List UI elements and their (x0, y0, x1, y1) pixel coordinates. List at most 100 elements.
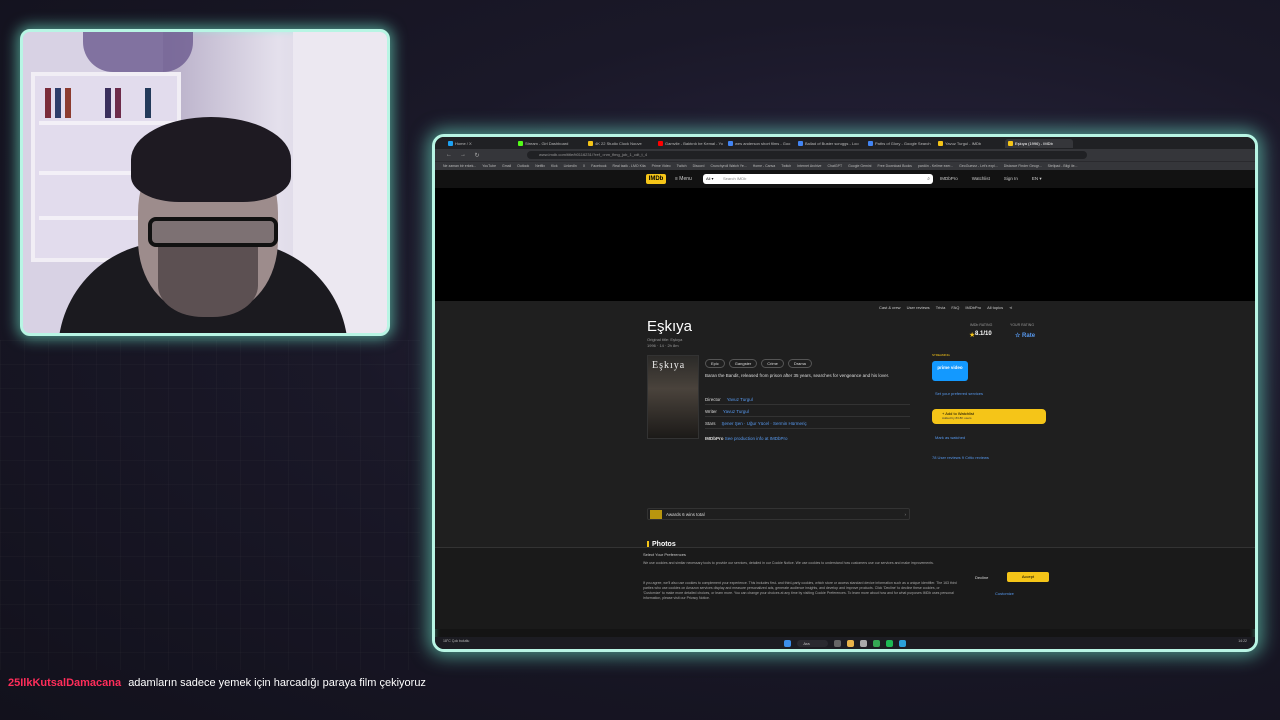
app-icon[interactable] (859, 639, 867, 647)
telegram-icon[interactable] (898, 639, 906, 647)
browser-tab[interactable]: Paths of Glory - Google Search (865, 139, 933, 148)
imdbpro-production-link[interactable]: IMDbPro See production info at IMDbPro (705, 436, 788, 441)
title-subnav: Cast & crew User reviews Trivia FAQ IMDb… (879, 305, 1013, 310)
reload-icon[interactable]: ↻ (473, 152, 481, 159)
bookmark-item[interactable]: Internet Archive (797, 162, 821, 170)
sign-in-link[interactable]: Sign In (1004, 176, 1018, 182)
back-icon[interactable]: ← (445, 152, 453, 158)
bookmark-item[interactable]: Prime Video (652, 162, 671, 170)
language-select[interactable]: EN ▾ (1032, 176, 1042, 182)
browser-tab[interactable]: Yavuz Turgul - IMDb (935, 139, 1003, 148)
browser-tab[interactable]: Gamvile - Baktırdı be Kemal - YouTube (655, 139, 723, 148)
share-icon[interactable]: ⋖ (1009, 305, 1012, 310)
imdbpro-link[interactable]: IMDbPro (940, 176, 958, 182)
browser-tab[interactable]: Home / X (445, 139, 513, 148)
bookmark-item[interactable]: Ne zaman bir erkek... (443, 162, 476, 170)
screen-share-frame: Home / X Stream - Girl Dashboard 4K 22 Stu… (432, 134, 1258, 652)
imdb-rating-value[interactable]: 8.1/10 (975, 331, 992, 337)
subnav-cast-crew[interactable]: Cast & crew (879, 305, 901, 310)
genre-chip[interactable]: Drama (787, 359, 812, 368)
forward-icon[interactable]: → (459, 152, 467, 158)
taskbar-clock: 14:22 (1238, 639, 1247, 643)
search-category[interactable]: All ▾ (706, 174, 714, 184)
prime-video-logo[interactable]: prime video (932, 361, 968, 381)
customize-button[interactable]: Customize (995, 591, 1014, 596)
bookmark-item[interactable]: YouTube (482, 162, 496, 170)
decline-button[interactable]: Decline (975, 575, 988, 580)
your-rating-label: YOUR RATING (1010, 323, 1035, 327)
writer-link[interactable]: Yavuz Turgul (723, 409, 749, 414)
bookmark-item[interactable]: Free Download Books (877, 162, 911, 170)
stars-links[interactable]: Şener Şen · Uğur Yücel · Sermin Hürmeriç (722, 421, 807, 426)
chat-text: adamların sadece yemek için harcadığı pa… (128, 677, 426, 689)
page-title: Eşkıya (647, 318, 693, 335)
spotify-icon[interactable] (885, 639, 893, 647)
weather-widget[interactable]: 18°C Çok bulutlu (443, 639, 469, 643)
bookmark-item[interactable]: X (583, 162, 585, 170)
poster-title: Eşkıya (652, 360, 686, 371)
genre-chip[interactable]: Crime (761, 359, 784, 368)
file-explorer-icon[interactable] (846, 639, 854, 647)
subnav-faq[interactable]: FAQ (951, 305, 959, 310)
mark-watched-button[interactable]: Mark as watched (935, 435, 965, 440)
bookmark-item[interactable]: Facebook (591, 162, 606, 170)
bookmark-item[interactable]: Stellpad - Bilgi ile... (1048, 162, 1078, 170)
menu-button[interactable]: ≡ Menu (675, 176, 692, 182)
bookmark-item[interactable]: LinkedIn (564, 162, 577, 170)
bookmark-item[interactable]: Discord (693, 162, 705, 170)
bookmark-item[interactable]: Home - Canva (753, 162, 776, 170)
bookmark-item[interactable]: Kick (551, 162, 558, 170)
subnav-imdbpro[interactable]: IMDbPro (965, 305, 981, 310)
director-link[interactable]: Yavuz Turgul (727, 397, 753, 402)
browser-tab[interactable]: 4K 22 Studio Clock Nouve (585, 139, 653, 148)
subnav-trivia[interactable]: Trivia (936, 305, 946, 310)
bookmark-item[interactable]: Twitch (781, 162, 791, 170)
subnav-all-topics[interactable]: All topics (987, 305, 1003, 310)
bookmark-item[interactable]: Twitch (677, 162, 687, 170)
chat-username: 25IlkKutsalDamacana (8, 677, 122, 689)
streaming-label: STREAMING (932, 353, 950, 357)
browser-tab[interactable]: Eşkıya (1996) - IMDb (1005, 138, 1073, 148)
reviews-links[interactable]: 78 User reviews 9 Critic reviews (932, 455, 989, 460)
search-input[interactable]: All ▾ Search IMDb ⌕ (703, 174, 933, 184)
bookmark-item[interactable]: Gmail (502, 162, 511, 170)
webcam-overlay (20, 29, 390, 336)
genre-chip[interactable]: Gangster (728, 359, 758, 368)
browser-tab[interactable]: Ballad of Buster scruggs - Loo (795, 139, 863, 148)
ceiling-lamp (83, 32, 193, 72)
chat-message: 25IlkKutsalDamacana adamların sadece yem… (8, 677, 426, 689)
cookie-text-2: If you agree, we'll also use cookies to … (643, 581, 957, 600)
address-bar-row: ← → ↻ www.imdb.com/title/tt0116231/?ref_… (435, 149, 1255, 161)
windows-start-icon[interactable] (784, 639, 792, 647)
search-icon[interactable]: ⌕ (927, 174, 930, 184)
add-to-watchlist-button[interactable]: + Add to Watchlist Added by 83.8K users (932, 409, 1046, 424)
bookmark-item[interactable]: Distance Finder Geogr... (1004, 162, 1042, 170)
url-field[interactable]: www.imdb.com/title/tt0116231/?ref_=nm_fl… (527, 151, 1087, 159)
subnav-user-reviews[interactable]: User reviews (907, 305, 930, 310)
poster-image[interactable]: Eşkıya (647, 355, 699, 439)
ad-space (435, 188, 1255, 301)
genre-chips: Epic Gangster Crime Drama (705, 359, 812, 368)
preferred-services-link[interactable]: Set your preferred services (935, 391, 983, 396)
bookmark-item[interactable]: Crunchyroll Watch Ye... (710, 162, 746, 170)
awards-row[interactable]: Awards 6 wins total › (647, 508, 910, 520)
chrome-icon[interactable] (872, 639, 880, 647)
genre-chip[interactable]: Epic (705, 359, 725, 368)
bookmark-item[interactable]: Real tazik - LMO Kita (613, 162, 646, 170)
bookmark-item[interactable]: Netflix (535, 162, 545, 170)
bookmark-item[interactable]: pardön - Kelime ezer... (918, 162, 953, 170)
browser-tab[interactable]: Stream - Girl Dashboard (515, 139, 583, 148)
imdb-logo[interactable]: IMDb (646, 174, 666, 184)
browser-tab[interactable]: wes anderson short films - Goo (725, 139, 793, 148)
task-view-icon[interactable] (833, 639, 841, 647)
bookmark-item[interactable]: Google Gemini (848, 162, 871, 170)
rate-button[interactable]: ☆ Rate (1015, 332, 1035, 339)
stars-row[interactable]: Stars Şener Şen · Uğur Yücel · Sermin Hür… (705, 421, 910, 429)
cookie-text-1: We use cookies and similar necessary too… (643, 561, 934, 565)
bookmark-item[interactable]: GeoGuessr - Let's expl... (959, 162, 998, 170)
accept-button[interactable]: Accept (1007, 572, 1049, 582)
watchlist-link[interactable]: Watchlist (972, 176, 990, 182)
bookmark-item[interactable]: Outlook (517, 162, 529, 170)
bookmark-item[interactable]: ChatGPT (828, 162, 843, 170)
taskbar-search[interactable]: Ara (797, 639, 828, 647)
